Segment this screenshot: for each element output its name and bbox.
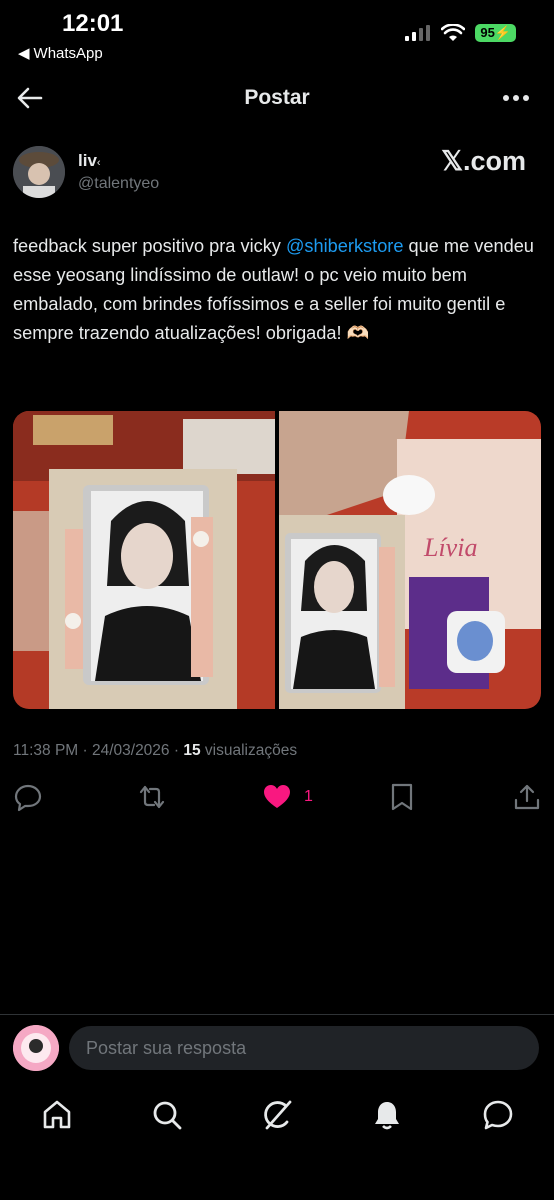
x-brand-logo: 𝕏.com [441,146,526,176]
user-avatar[interactable] [13,1025,59,1071]
media-gallery: Lívia [13,411,541,709]
search-icon[interactable] [150,1098,184,1132]
share-icon[interactable] [512,782,542,812]
signal-icon [405,25,431,41]
post-timestamp: 11:38 PM · 24/03/2026 · [13,742,184,759]
repost-icon[interactable] [137,782,167,812]
post-photo-1[interactable] [13,411,275,709]
author-name[interactable]: liv‹ [78,151,101,171]
back-app-label: WhatsApp [33,44,103,62]
grok-icon[interactable] [260,1098,294,1132]
page-title: Postar [244,86,310,109]
messages-icon[interactable] [481,1098,515,1132]
post-text: feedback super positivo pra vicky @shibe… [13,236,534,343]
home-icon[interactable] [40,1098,74,1132]
wifi-icon [441,24,466,41]
svg-text:Lívia: Lívia [423,533,477,562]
views-label: visualizações [200,742,298,759]
battery-badge: 95⚡ [475,24,516,42]
bell-icon[interactable] [370,1098,404,1132]
reply-icon[interactable] [13,782,43,812]
more-icon[interactable] [500,84,532,112]
reply-input[interactable] [69,1026,539,1070]
divider [0,1014,554,1015]
views-count: 15 [183,742,201,759]
bookmark-icon[interactable] [387,782,417,812]
heart-icon[interactable] [262,782,292,812]
status-icons: 95⚡ [405,24,516,42]
status-time: 12:01 [62,10,124,37]
author-avatar[interactable] [13,146,65,198]
post-photo-2[interactable]: Lívia [279,411,541,709]
back-triangle-icon: ◀ [18,45,30,62]
post-meta: 11:38 PM · 24/03/2026 · 15 visualizações [13,742,297,760]
like-count: 1 [304,788,313,805]
back-to-app-link[interactable]: ◀ WhatsApp [18,44,103,63]
author-handle[interactable]: @talentyeo [78,175,159,193]
mention-link[interactable]: @shiberkstore [286,236,404,256]
